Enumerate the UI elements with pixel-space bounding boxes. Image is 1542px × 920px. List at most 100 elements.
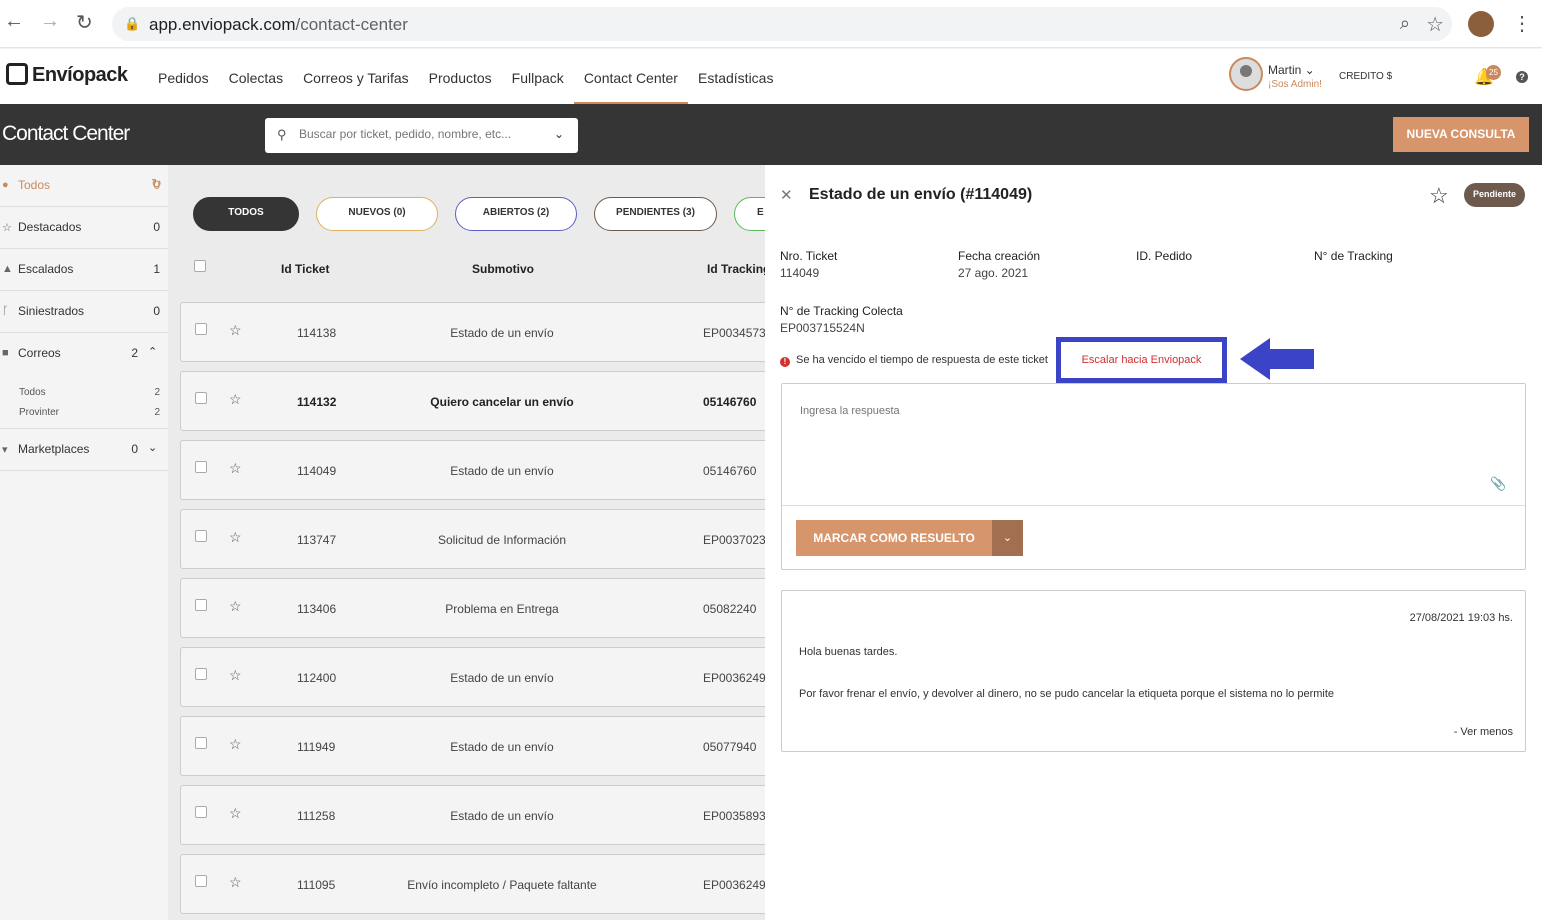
user-name[interactable]: Martin ⌄ [1268,63,1315,77]
row-checkbox[interactable] [195,461,207,473]
filter-nuevos[interactable]: NUEVOS (0) [316,197,438,231]
table-row[interactable]: ☆ 114138 Estado de un envío EP0034573 [180,302,765,362]
row-checkbox[interactable] [195,875,207,887]
sidebar-item-escalados[interactable]: ▲ Escalados 1 [0,249,168,291]
select-all-checkbox[interactable] [194,260,206,272]
sidebar-sub-provinter[interactable]: Provinter [19,407,59,418]
sidebar-item-destacados[interactable]: ☆ Destacados 0 [0,207,168,249]
chevron-down-icon[interactable]: ⌄ [148,441,157,454]
attachment-icon[interactable]: 📎 [1490,476,1506,492]
table-row[interactable]: ☆ 114049 Estado de un envío 05146760 [180,440,765,500]
resolve-dropdown-button[interactable]: ⌄ [992,520,1023,556]
filter-todos[interactable]: TODOS [193,197,299,231]
star-icon[interactable]: ☆ [229,874,242,891]
url-text[interactable]: app.enviopack.com/contact-center [149,15,408,35]
header-submotivo[interactable]: Submotivo [472,262,534,276]
credit-label[interactable]: CREDITO $ [1339,71,1392,82]
flag-icon: ᚴ [2,305,9,317]
menu-fullpack[interactable]: Fullpack [502,49,574,104]
star-icon[interactable]: ☆ [229,736,242,753]
logo-icon [6,63,28,85]
ticket-title: Estado de un envío (#114049) [809,186,1033,203]
refresh-icon[interactable]: ↻ [151,176,162,192]
sidebar-item-count: 0 [153,220,160,234]
row-checkbox[interactable] [195,668,207,680]
browser-menu-icon[interactable]: ⋮ [1512,11,1532,36]
sidebar-item-siniestrados[interactable]: ᚴ Siniestrados 0 [0,291,168,333]
menu-contact-center[interactable]: Contact Center [573,49,688,104]
star-icon[interactable]: ☆ [229,598,242,615]
filter-abiertos[interactable]: ABIERTOS (2) [455,197,577,231]
sidebar-item-marketplaces[interactable]: ▾ Marketplaces 0 ⌄ [0,429,168,471]
star-icon: ☆ [2,222,12,234]
star-icon[interactable]: ☆ [229,322,242,339]
table-row[interactable]: ☆ 111949 Estado de un envío 05077940 [180,716,765,776]
address-bar[interactable]: 🔒 app.enviopack.com/contact-center ⌕ ☆ [112,7,1452,41]
escalate-link[interactable]: Escalar hacia Enviopack [1056,337,1227,383]
table-row[interactable]: ☆ 112400 Estado de un envío EP0036249 [180,647,765,707]
new-query-button[interactable]: NUEVA CONSULTA [1393,117,1529,152]
star-icon[interactable]: ☆ [229,805,242,822]
see-less-link[interactable]: - Ver menos [1454,726,1513,738]
row-checkbox[interactable] [195,599,207,611]
header-id-tracking[interactable]: Id Tracking [707,262,765,276]
logo[interactable]: Envíopack [6,63,128,87]
row-tracking: EP0036249 [703,671,765,685]
message-line: Hola buenas tardes. [799,646,898,658]
row-tracking: 05082240 [703,602,757,616]
user-avatar[interactable] [1229,57,1263,91]
table-row[interactable]: ☆ 111258 Estado de un envío EP0035893 [180,785,765,845]
menu-correos-tarifas[interactable]: Correos y Tarifas [293,49,419,104]
mark-resolved-button[interactable]: MARCAR COMO RESUELTO [796,520,992,556]
row-tracking: EP0037023 [703,533,765,547]
row-id: 111949 [297,740,336,754]
row-checkbox[interactable] [195,530,207,542]
reload-icon[interactable]: ↻ [76,10,93,35]
warning-message: ! Se ha vencido el tiempo de respuesta de… [780,354,1048,367]
close-icon[interactable]: ✕ [780,186,793,204]
table-row[interactable]: ☆ 114132 Quiero cancelar un envío 05146760 [180,371,765,431]
star-icon[interactable]: ☆ [229,529,242,546]
table-row[interactable]: ☆ 113747 Solicitud de Información EP0037023 [180,509,765,569]
zoom-icon[interactable]: ⌕ [1400,13,1410,34]
row-checkbox[interactable] [195,737,207,749]
lock-icon: 🔒 [124,16,141,31]
chevron-up-icon[interactable]: ⌃ [148,345,157,358]
back-icon[interactable]: ← [4,10,24,33]
table-row[interactable]: ☆ 113406 Problema en Entrega 05082240 [180,578,765,638]
row-id: 113406 [297,602,337,616]
row-tracking: EP0036249 [703,878,765,892]
reply-input[interactable] [782,384,1525,506]
fecha-value: 27 ago. 2021 [958,266,1029,280]
sidebar: ● Todos 0 ↻ ☆ Destacados 0 ▲ Escalados 1… [0,165,168,920]
search-input[interactable] [299,127,539,141]
menu-estadisticas[interactable]: Estadísticas [688,49,783,104]
bookmark-star-icon[interactable]: ☆ [1426,12,1444,37]
forward-icon[interactable]: → [40,10,60,33]
menu-colectas[interactable]: Colectas [219,49,293,104]
row-submotivo: Quiero cancelar un envío [430,395,574,409]
row-checkbox[interactable] [195,392,207,404]
header-id-ticket[interactable]: Id Ticket [281,262,329,276]
search-box[interactable]: ⚲ ⌄ [265,118,578,153]
chevron-down-icon[interactable]: ⌄ [554,127,564,141]
star-icon[interactable]: ☆ [1429,183,1449,209]
search-icon: ⚲ [277,127,287,142]
arrow-left-icon [1240,338,1314,380]
filter-pendientes[interactable]: PENDIENTES (3) [594,197,717,231]
star-icon[interactable]: ☆ [229,667,242,684]
sidebar-sub-todos[interactable]: Todos [19,387,46,398]
row-checkbox[interactable] [195,806,207,818]
browser-profile-avatar[interactable] [1468,11,1494,37]
star-icon[interactable]: ☆ [229,391,242,408]
menu-productos[interactable]: Productos [419,49,502,104]
menu-pedidos[interactable]: Pedidos [148,49,219,104]
filter-more[interactable]: E [734,197,765,231]
table-row[interactable]: ☆ 111095 Envío incompleto / Paquete faltan… [180,854,765,914]
sidebar-item-correos[interactable]: ■ Correos 2 ⌃ Todos 2 Provinter 2 [0,333,168,429]
row-id: 113747 [297,533,337,547]
row-checkbox[interactable] [195,323,207,335]
sidebar-item-todos[interactable]: ● Todos 0 ↻ [0,165,168,207]
star-icon[interactable]: ☆ [229,460,242,477]
help-icon[interactable]: ? [1516,71,1528,83]
